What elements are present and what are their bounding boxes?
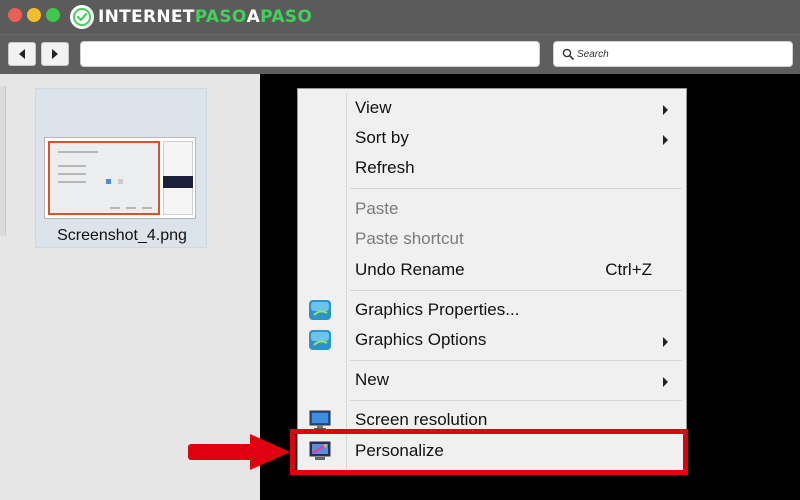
submenu-arrow-icon [663,337,668,347]
menu-separator [350,290,682,291]
menu-item-label: Sort by [355,128,409,147]
menu-item-shortcut: Ctrl+Z [605,260,652,279]
logo-text-paso: PASO [194,7,247,27]
menu-separator [350,188,682,189]
intel-graphics-icon [309,300,331,320]
explorer-left-edge [0,86,6,236]
menu-item-undo-rename[interactable]: Undo Rename Ctrl+Z [298,255,686,285]
address-bar[interactable] [80,41,540,67]
forward-button[interactable] [41,42,69,66]
menu-separator [350,360,682,361]
menu-item-view[interactable]: View [298,93,686,123]
logo-text-paso-2: PASO [260,7,313,27]
close-window-button[interactable] [8,8,22,22]
menu-item-label: Graphics Options [355,330,487,349]
logo-text-a: A [246,7,261,27]
red-pointer-arrow-icon [188,434,290,470]
submenu-arrow-icon [663,105,668,115]
logo-text-internet: INTERNET [98,7,195,27]
menu-item-label: Paste [355,199,399,218]
submenu-arrow-icon [663,135,668,145]
window-titlebar: INTERNET PASO A PASO [0,0,800,34]
menu-item-label: View [355,98,392,117]
menu-item-refresh[interactable]: Refresh [298,153,686,183]
submenu-arrow-icon [663,377,668,387]
menu-item-paste-shortcut[interactable]: Paste shortcut [298,224,686,254]
site-logo: INTERNET PASO A PASO [70,5,312,29]
menu-item-label: Paste shortcut [355,229,464,248]
personalize-highlight-box [290,429,688,475]
menu-item-label: Graphics Properties... [355,300,520,319]
back-button[interactable] [8,42,36,66]
file-thumbnail [44,137,196,219]
context-menu: View Sort by Refresh Paste Paste shortcu… [297,88,687,474]
search-placeholder: Search [577,48,609,60]
search-icon [562,48,574,60]
menu-item-graphics-options[interactable]: Graphics Options [298,325,686,355]
minimize-window-button[interactable] [27,8,41,22]
menu-item-new[interactable]: New [298,365,686,395]
file-name-label: Screenshot_4.png [57,227,187,244]
forward-arrow-icon [52,49,58,59]
menu-item-graphics-properties[interactable]: Graphics Properties... [298,295,686,325]
menu-item-label: Screen resolution [355,410,488,429]
search-input[interactable]: Search [553,41,793,67]
maximize-window-button[interactable] [46,8,60,22]
menu-item-paste[interactable]: Paste [298,194,686,224]
menu-item-sort-by[interactable]: Sort by [298,123,686,153]
menu-item-label: Refresh [355,158,415,177]
display-icon [309,410,331,430]
logo-icon [70,5,94,29]
menu-item-label: Undo Rename [355,260,465,279]
file-item[interactable]: Screenshot_4.png [35,88,207,248]
intel-graphics-icon [309,330,331,350]
menu-item-label: New [355,370,390,389]
menu-separator [350,400,682,401]
back-arrow-icon [19,49,25,59]
browser-toolbar: Search [0,34,800,74]
